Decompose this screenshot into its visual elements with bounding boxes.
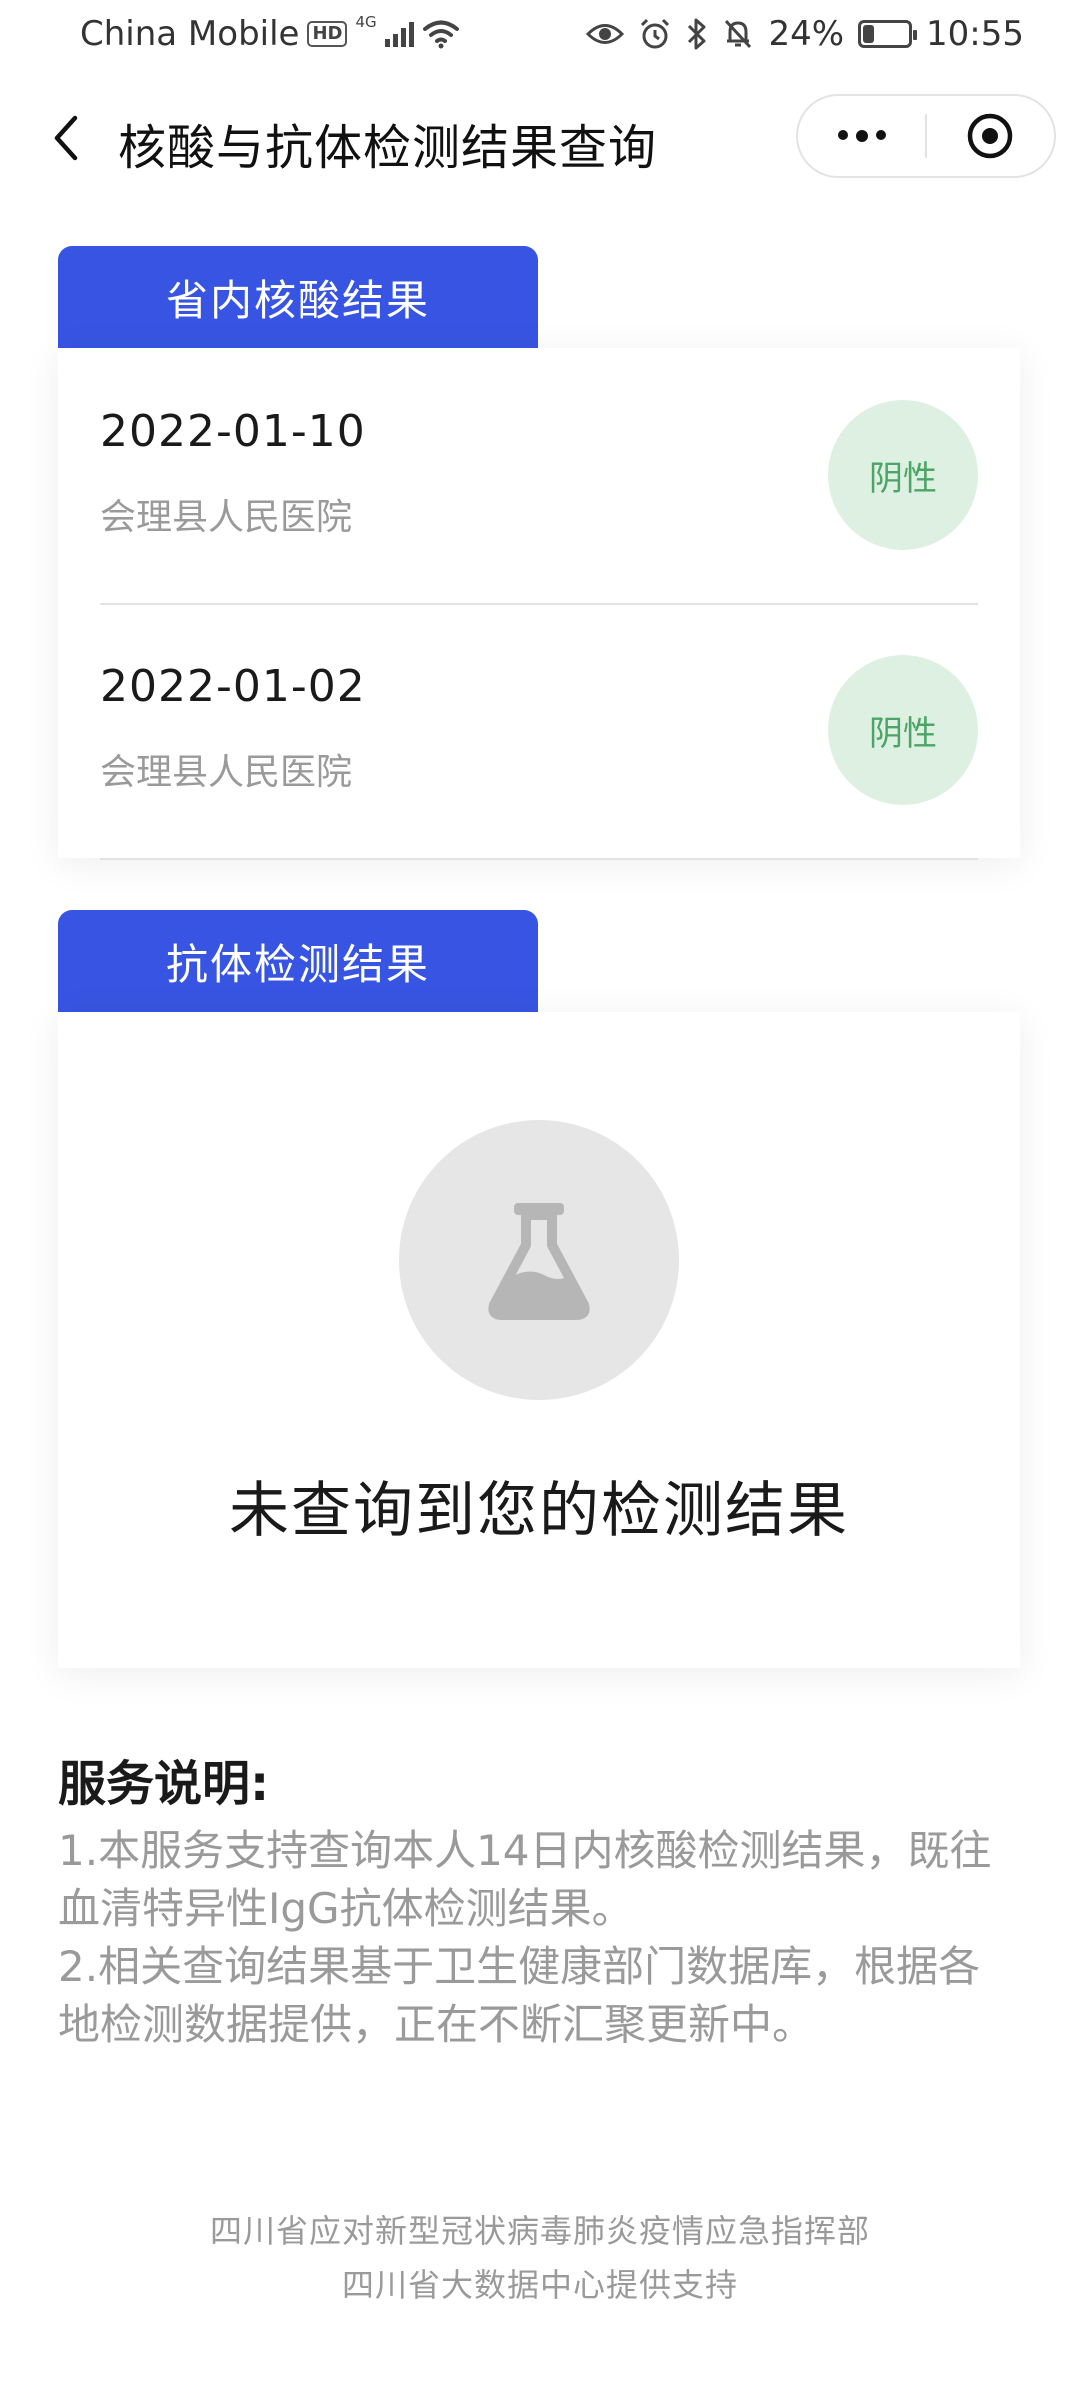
signal-icon (384, 21, 414, 47)
tab-nucleic-results: 省内核酸结果 (58, 246, 538, 348)
more-dots-icon (837, 130, 886, 142)
nucleic-results-card: 2022-01-10 会理县人民医院 阴性 2022-01-02 会理县人民医院… (58, 348, 1020, 860)
wifi-icon (422, 20, 459, 49)
footer-org: 四川省应对新型冠状病毒肺炎疫情应急指挥部 (209, 2212, 870, 2250)
carrier-name: China Mobile (80, 14, 300, 54)
service-note-2: 2.相关查询结果基于卫生健康部门数据库，根据各地检测数据提供，正在不断汇聚更新中… (58, 1942, 981, 2049)
result-hospital: 会理县人民医院 (100, 752, 353, 793)
result-date: 2022-01-10 (100, 406, 366, 457)
network-type: 4G (355, 13, 377, 31)
status-icons: 24% 10:55 (586, 14, 1024, 54)
result-row[interactable]: 2022-01-10 会理县人民医院 阴性 (100, 348, 978, 605)
nav-bar: 核酸与抗体检测结果查询 (0, 90, 1080, 186)
empty-state-text: 未查询到您的检测结果 (229, 1476, 849, 1546)
mute-bell-icon (725, 19, 752, 49)
eye-icon (586, 24, 625, 44)
page-title: 核酸与抗体检测结果查询 (118, 120, 658, 176)
service-notes-title: 服务说明: (58, 1756, 270, 1812)
tab-antibody-results: 抗体检测结果 (58, 910, 538, 1012)
battery-percent: 24% (768, 14, 845, 54)
clock: 10:55 (926, 14, 1024, 54)
empty-state-illustration (399, 1120, 679, 1400)
carrier-info: China Mobile HD 4G (80, 13, 460, 54)
status-bar: China Mobile HD 4G 24% 10:55 (0, 0, 1080, 76)
battery-fill (863, 25, 875, 43)
flask-icon (488, 1203, 590, 1320)
result-row[interactable]: 2022-01-02 会理县人民医院 阴性 (100, 603, 978, 860)
close-capsule-button[interactable] (927, 96, 1054, 176)
negative-badge: 阴性 (828, 655, 978, 805)
result-hospital: 会理县人民医院 (100, 497, 353, 538)
more-button[interactable] (798, 96, 925, 176)
bluetooth-icon (688, 18, 706, 50)
target-close-icon (968, 113, 1013, 159)
hd-icon: HD (307, 21, 348, 47)
back-button[interactable] (40, 112, 92, 164)
service-note-1: 1.本服务支持查询本人14日内核酸检测结果，既往血清特异性IgG抗体检测结果。 (58, 1826, 992, 1933)
antibody-results-card: 未查询到您的检测结果 (58, 1012, 1020, 1668)
mini-program-capsule (796, 94, 1056, 178)
negative-badge: 阴性 (828, 400, 978, 550)
alarm-icon (641, 18, 670, 49)
result-date: 2022-01-02 (100, 661, 366, 712)
footer-support: 四川省大数据中心提供支持 (341, 2266, 738, 2304)
chevron-left-icon (54, 115, 78, 161)
battery-icon (858, 20, 918, 48)
